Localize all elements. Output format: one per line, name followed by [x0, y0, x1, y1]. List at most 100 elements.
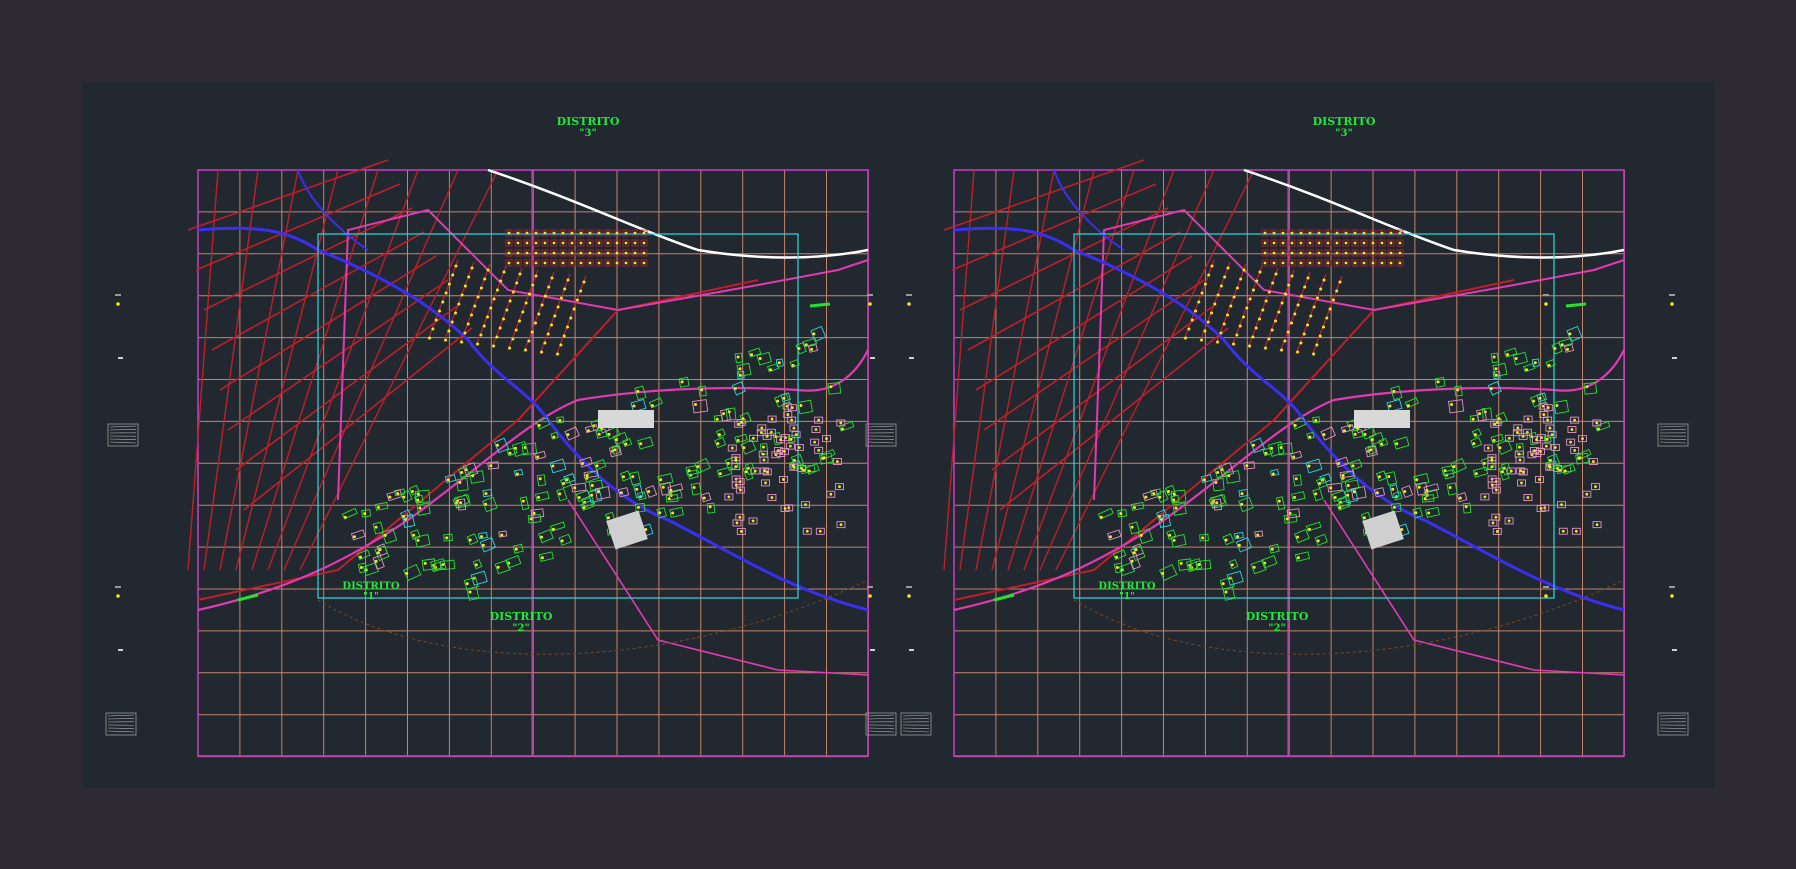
lot-marker — [1179, 561, 1183, 565]
lot-marker — [1538, 478, 1541, 481]
lot-marker — [508, 346, 512, 350]
lot-marker — [1261, 308, 1265, 312]
lot-marker — [726, 461, 730, 465]
lot-marker — [1398, 241, 1402, 245]
margin-tick — [870, 649, 875, 651]
lot-marker — [762, 458, 766, 462]
lot-marker — [760, 426, 764, 430]
lot-marker — [566, 433, 570, 437]
lot-marker — [1251, 335, 1255, 339]
lot-marker — [1132, 551, 1136, 555]
lot-marker — [543, 241, 547, 245]
lot-marker — [1210, 264, 1214, 268]
lot-marker — [761, 452, 765, 456]
lot-marker — [624, 241, 628, 245]
lot-marker — [607, 432, 611, 436]
lot-marker — [1108, 535, 1112, 539]
margin-tick — [1669, 586, 1675, 588]
green-segment — [809, 302, 831, 308]
lot-marker — [416, 492, 420, 496]
lot-marker — [573, 486, 577, 490]
lot-marker — [1277, 499, 1281, 503]
lot-marker — [1591, 460, 1595, 463]
lot-marker — [476, 295, 480, 299]
lot-marker — [1271, 472, 1275, 476]
lot-marker — [1490, 456, 1494, 460]
lot-marker — [1224, 538, 1228, 542]
lot-marker — [614, 438, 618, 442]
lot-marker — [1346, 483, 1350, 487]
lot-marker — [1158, 495, 1162, 499]
lot-marker — [1322, 325, 1325, 329]
lot-marker — [1371, 241, 1375, 245]
lot-marker — [1274, 319, 1277, 323]
lot-marker — [800, 467, 803, 470]
lot-marker — [561, 261, 565, 265]
lot-marker — [1245, 306, 1249, 310]
lot-marker — [352, 535, 356, 539]
margin-tick — [1543, 586, 1549, 588]
lot-marker — [1214, 480, 1218, 484]
lot-marker — [1215, 501, 1219, 505]
margin-tick — [115, 294, 121, 296]
lot-marker — [514, 547, 518, 551]
lot-marker — [1314, 418, 1318, 422]
lot-marker — [613, 448, 617, 452]
lot-marker — [581, 462, 585, 466]
lot-marker — [498, 326, 502, 330]
district-1-title: DISTRITO — [1098, 581, 1155, 592]
lot-marker — [1299, 261, 1303, 265]
lot-marker — [642, 241, 646, 245]
lot-marker — [1344, 231, 1348, 235]
lot-marker — [1290, 321, 1293, 325]
margin-tick — [1669, 294, 1675, 296]
lot-marker — [1570, 428, 1574, 431]
lot-marker — [807, 469, 811, 473]
district-2-title: DISTRITO — [490, 610, 553, 623]
lot-marker — [839, 421, 843, 425]
lot-marker — [835, 460, 839, 463]
lot-marker — [818, 529, 822, 533]
lot-marker — [537, 312, 541, 316]
lot-marker — [1526, 496, 1530, 499]
lot-marker — [1577, 456, 1581, 460]
margin-dot — [1544, 594, 1548, 598]
lot-marker — [1546, 406, 1550, 410]
lot-marker — [779, 438, 782, 442]
lot-marker — [1229, 304, 1233, 308]
lot-marker — [1235, 286, 1239, 290]
lot-marker — [543, 251, 547, 255]
lot-marker — [750, 353, 754, 357]
lot-marker — [1494, 373, 1498, 377]
lot-marker — [1362, 261, 1366, 265]
lot-marker — [570, 241, 574, 245]
margin-tick — [906, 586, 912, 588]
lot-marker — [363, 512, 367, 516]
lot-marker — [559, 296, 563, 300]
lot-marker — [467, 275, 471, 279]
lot-marker — [635, 487, 639, 491]
lot-marker — [597, 261, 601, 265]
lot-marker — [1318, 334, 1322, 338]
lot-marker — [1322, 433, 1326, 437]
lot-marker — [1506, 353, 1510, 357]
lot-marker — [588, 261, 592, 265]
lot-marker — [500, 533, 504, 537]
lot-marker — [1213, 302, 1217, 306]
lot-marker — [516, 241, 520, 245]
lot-marker — [441, 562, 445, 566]
lot-marker — [1207, 273, 1211, 277]
lot-marker — [1202, 478, 1206, 482]
lot-marker — [1391, 487, 1395, 491]
lot-marker — [572, 307, 576, 311]
lot-marker — [1417, 485, 1421, 489]
lot-marker — [582, 506, 586, 510]
lot-marker — [559, 343, 563, 347]
lot-marker — [734, 456, 738, 460]
lot-marker — [480, 535, 484, 539]
lot-marker — [1281, 241, 1285, 245]
lot-marker — [734, 483, 738, 487]
lot-marker — [1353, 241, 1357, 245]
lot-marker — [791, 363, 795, 367]
lot-marker — [1308, 241, 1312, 245]
